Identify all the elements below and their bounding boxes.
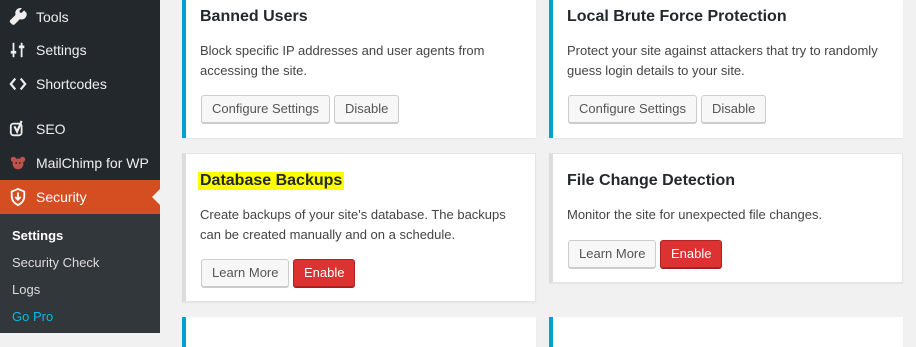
submenu-item-logs[interactable]: Logs	[12, 282, 40, 297]
shield-icon	[0, 180, 36, 214]
submenu-item-security-check[interactable]: Security Check	[12, 255, 99, 270]
card-file-change-detection: File Change Detection Monitor the site f…	[549, 153, 903, 283]
sidebar-item-label: MailChimp for WP	[36, 155, 149, 171]
enable-button[interactable]: Enable	[660, 240, 723, 268]
sidebar-item-label: Security	[36, 189, 87, 205]
card-description: Create backups of your site's database. …	[200, 207, 506, 242]
card-local-brute-force: Local Brute Force Protection Protect you…	[549, 0, 903, 138]
settings-sliders-icon	[0, 33, 36, 67]
card-title: Database Backups	[198, 172, 345, 190]
configure-settings-button[interactable]: Configure Settings	[201, 95, 330, 123]
security-submenu: Settings Security Check Logs Go Pro	[0, 214, 160, 333]
admin-sidebar: Tools Settings Shortcodes SEO MailChimp …	[0, 0, 160, 333]
submenu-item-go-pro[interactable]: Go Pro	[12, 309, 53, 324]
card-database-backups: Database Backups Create backups of your …	[182, 153, 536, 302]
sidebar-item-label: Shortcodes	[36, 76, 107, 92]
yoast-icon	[0, 112, 36, 146]
code-brackets-icon	[0, 67, 36, 101]
card-partial-next-right	[549, 317, 903, 347]
sidebar-item-mailchimp[interactable]: MailChimp for WP	[0, 146, 160, 180]
card-description: Monitor the site for unexpected file cha…	[567, 207, 823, 222]
enable-button[interactable]: Enable	[293, 259, 356, 287]
disable-button[interactable]: Disable	[334, 95, 400, 123]
learn-more-button[interactable]: Learn More	[201, 259, 290, 287]
sidebar-item-label: Settings	[36, 42, 87, 58]
card-banned-users: Banned Users Block specific IP addresses…	[182, 0, 536, 138]
card-title: Local Brute Force Protection	[567, 8, 787, 25]
sidebar-item-security[interactable]: Security	[0, 180, 160, 214]
sidebar-item-seo[interactable]: SEO	[0, 112, 160, 146]
sidebar-item-label: Tools	[36, 9, 69, 25]
submenu-item-settings[interactable]: Settings	[12, 228, 63, 243]
disable-button[interactable]: Disable	[701, 95, 767, 123]
card-partial-next-left	[182, 317, 536, 347]
mailchimp-icon	[0, 146, 36, 180]
sidebar-item-settings[interactable]: Settings	[0, 33, 160, 67]
configure-settings-button[interactable]: Configure Settings	[568, 95, 697, 123]
sidebar-item-label: SEO	[36, 121, 66, 137]
learn-more-button[interactable]: Learn More	[568, 240, 657, 268]
card-title: File Change Detection	[567, 172, 736, 189]
sidebar-item-shortcodes[interactable]: Shortcodes	[0, 67, 160, 101]
card-title: Banned Users	[200, 8, 308, 25]
sidebar-item-tools[interactable]: Tools	[0, 0, 160, 34]
wrench-icon	[0, 0, 36, 34]
card-description: Block specific IP addresses and user age…	[200, 43, 485, 78]
card-description: Protect your site against attackers that…	[567, 43, 878, 78]
